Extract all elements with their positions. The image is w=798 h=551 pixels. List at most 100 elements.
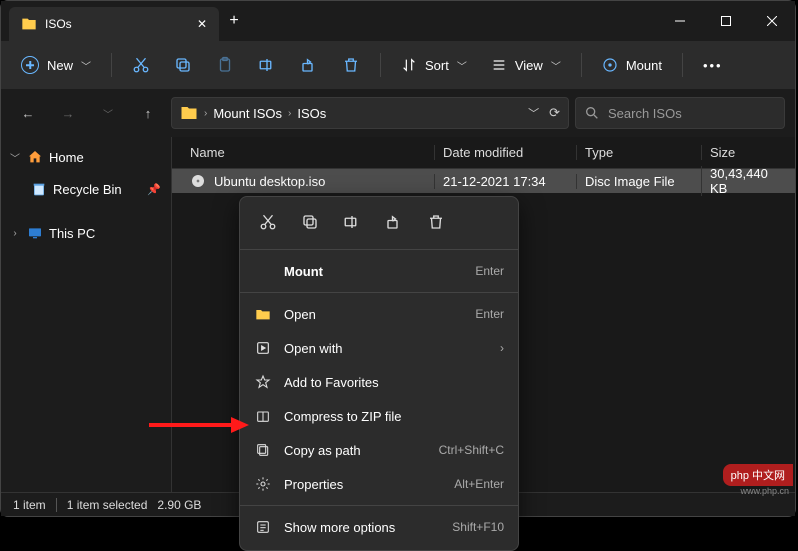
plus-icon	[21, 56, 39, 74]
ctx-show-more[interactable]: Show more options Shift+F10	[240, 510, 518, 544]
context-icon-row	[240, 203, 518, 245]
sidebar-item-recycle[interactable]: Recycle Bin 📌	[1, 173, 171, 205]
recycle-bin-icon	[31, 181, 47, 197]
pin-icon: 📌	[147, 183, 161, 196]
maximize-button[interactable]	[703, 1, 749, 41]
breadcrumb-item[interactable]: ISOs	[297, 106, 326, 121]
ctx-rename-button[interactable]	[334, 207, 370, 237]
new-button[interactable]: New ﹀	[11, 48, 101, 82]
ctx-cut-button[interactable]	[250, 207, 286, 237]
ctx-compress-zip[interactable]: Compress to ZIP file	[240, 399, 518, 433]
share-button[interactable]	[290, 48, 328, 82]
back-button[interactable]: ←	[11, 96, 45, 130]
copy-button[interactable]	[164, 48, 202, 82]
view-icon	[491, 57, 507, 73]
zip-icon	[254, 408, 272, 424]
minimize-button[interactable]	[657, 1, 703, 41]
tab-title: ISOs	[45, 17, 189, 31]
chevron-down-icon[interactable]: ﹀	[528, 105, 539, 121]
status-count: 1 item	[13, 498, 46, 512]
file-name: Ubuntu desktop.iso	[214, 174, 325, 189]
file-row[interactable]: Ubuntu desktop.iso 21-12-2021 17:34 Disc…	[172, 169, 795, 193]
mount-button[interactable]: Mount	[592, 48, 672, 82]
close-window-button[interactable]	[749, 1, 795, 41]
tab-isos[interactable]: ISOs ✕	[9, 7, 219, 41]
ctx-open-with[interactable]: Open with ›	[240, 331, 518, 365]
chevron-down-icon: ﹀	[551, 58, 561, 73]
status-selected: 1 item selected	[67, 498, 148, 512]
chevron-right-icon[interactable]: ›	[9, 228, 21, 239]
folder-icon	[180, 104, 198, 122]
chevron-right-icon: ›	[204, 108, 207, 119]
search-box[interactable]: Search ISOs	[575, 97, 785, 129]
forward-button[interactable]: →	[51, 96, 85, 130]
sidebar-label: Recycle Bin	[53, 182, 122, 197]
file-size: 30,43,440 KB	[701, 166, 785, 196]
star-icon	[254, 374, 272, 390]
navigation-row: ← → ﹀ ↑ › Mount ISOs › ISOs ﹀ ⟳ Search I…	[1, 89, 795, 137]
sidebar: ﹀ Home Recycle Bin 📌 › This PC	[1, 137, 171, 492]
chevron-down-icon: ﹀	[457, 58, 467, 73]
more-button[interactable]: •••	[693, 48, 733, 82]
view-button[interactable]: View ﹀	[481, 48, 571, 82]
watermark: php 中文网 www.php.cn	[723, 464, 793, 496]
sidebar-item-thispc[interactable]: › This PC	[1, 217, 171, 249]
context-menu: Mount Enter Open Enter Open with › Add t…	[239, 196, 519, 551]
ctx-share-button[interactable]	[376, 207, 412, 237]
refresh-button[interactable]: ⟳	[549, 105, 560, 121]
folder-icon	[21, 16, 37, 32]
column-date[interactable]: Date modified	[434, 145, 576, 160]
delete-button[interactable]	[332, 48, 370, 82]
column-size[interactable]: Size	[701, 145, 785, 160]
watermark-sub: www.php.cn	[723, 486, 793, 496]
disc-icon	[190, 173, 206, 189]
address-bar[interactable]: › Mount ISOs › ISOs ﹀ ⟳	[171, 97, 569, 129]
toolbar: New ﹀ Sort ﹀ View ﹀ Mount •••	[1, 41, 795, 89]
ctx-add-to-favorites[interactable]: Add to Favorites	[240, 365, 518, 399]
sidebar-label: This PC	[49, 226, 95, 241]
ctx-copy-button[interactable]	[292, 207, 328, 237]
cut-button[interactable]	[122, 48, 160, 82]
ctx-properties[interactable]: Properties Alt+Enter	[240, 467, 518, 501]
annotation-arrow	[149, 413, 249, 437]
file-type: Disc Image File	[576, 174, 701, 189]
ctx-copy-as-path[interactable]: Copy as path Ctrl+Shift+C	[240, 433, 518, 467]
watermark-text: php 中文网	[723, 464, 793, 486]
window-controls	[657, 1, 795, 41]
pc-icon	[27, 225, 43, 241]
breadcrumb-item[interactable]: Mount ISOs	[213, 106, 282, 121]
column-name[interactable]: Name	[182, 145, 434, 160]
column-headers: Name Date modified Type Size	[172, 137, 795, 169]
chevron-right-icon: ›	[500, 341, 504, 355]
ctx-delete-button[interactable]	[418, 207, 454, 237]
ctx-mount[interactable]: Mount Enter	[240, 254, 518, 288]
view-label: View	[515, 58, 543, 73]
chevron-down-icon[interactable]: ﹀	[9, 150, 21, 165]
chevron-down-icon: ﹀	[81, 58, 91, 73]
sort-button[interactable]: Sort ﹀	[391, 48, 477, 82]
close-tab-icon[interactable]: ✕	[197, 17, 207, 31]
search-icon	[584, 105, 600, 121]
chevron-right-icon: ›	[288, 108, 291, 119]
open-with-icon	[254, 340, 272, 356]
mount-icon	[602, 57, 618, 73]
ctx-open[interactable]: Open Enter	[240, 297, 518, 331]
more-icon	[254, 519, 272, 535]
sidebar-item-home[interactable]: ﹀ Home	[1, 141, 171, 173]
titlebar: ISOs ✕ +	[1, 1, 795, 41]
column-type[interactable]: Type	[576, 145, 701, 160]
file-date: 21-12-2021 17:34	[434, 174, 576, 189]
folder-open-icon	[254, 306, 272, 322]
up-button[interactable]: ↑	[131, 96, 165, 130]
copy-path-icon	[254, 442, 272, 458]
status-size: 2.90 GB	[157, 498, 201, 512]
rename-button[interactable]	[248, 48, 286, 82]
paste-button[interactable]	[206, 48, 244, 82]
new-label: New	[47, 58, 73, 73]
search-placeholder: Search ISOs	[608, 106, 682, 121]
sidebar-label: Home	[49, 150, 84, 165]
recent-button[interactable]: ﹀	[91, 96, 125, 130]
new-tab-button[interactable]: +	[219, 12, 249, 30]
mount-label: Mount	[626, 58, 662, 73]
file-explorer-window: ISOs ✕ + New ﹀ Sort ﹀ View	[0, 0, 796, 517]
